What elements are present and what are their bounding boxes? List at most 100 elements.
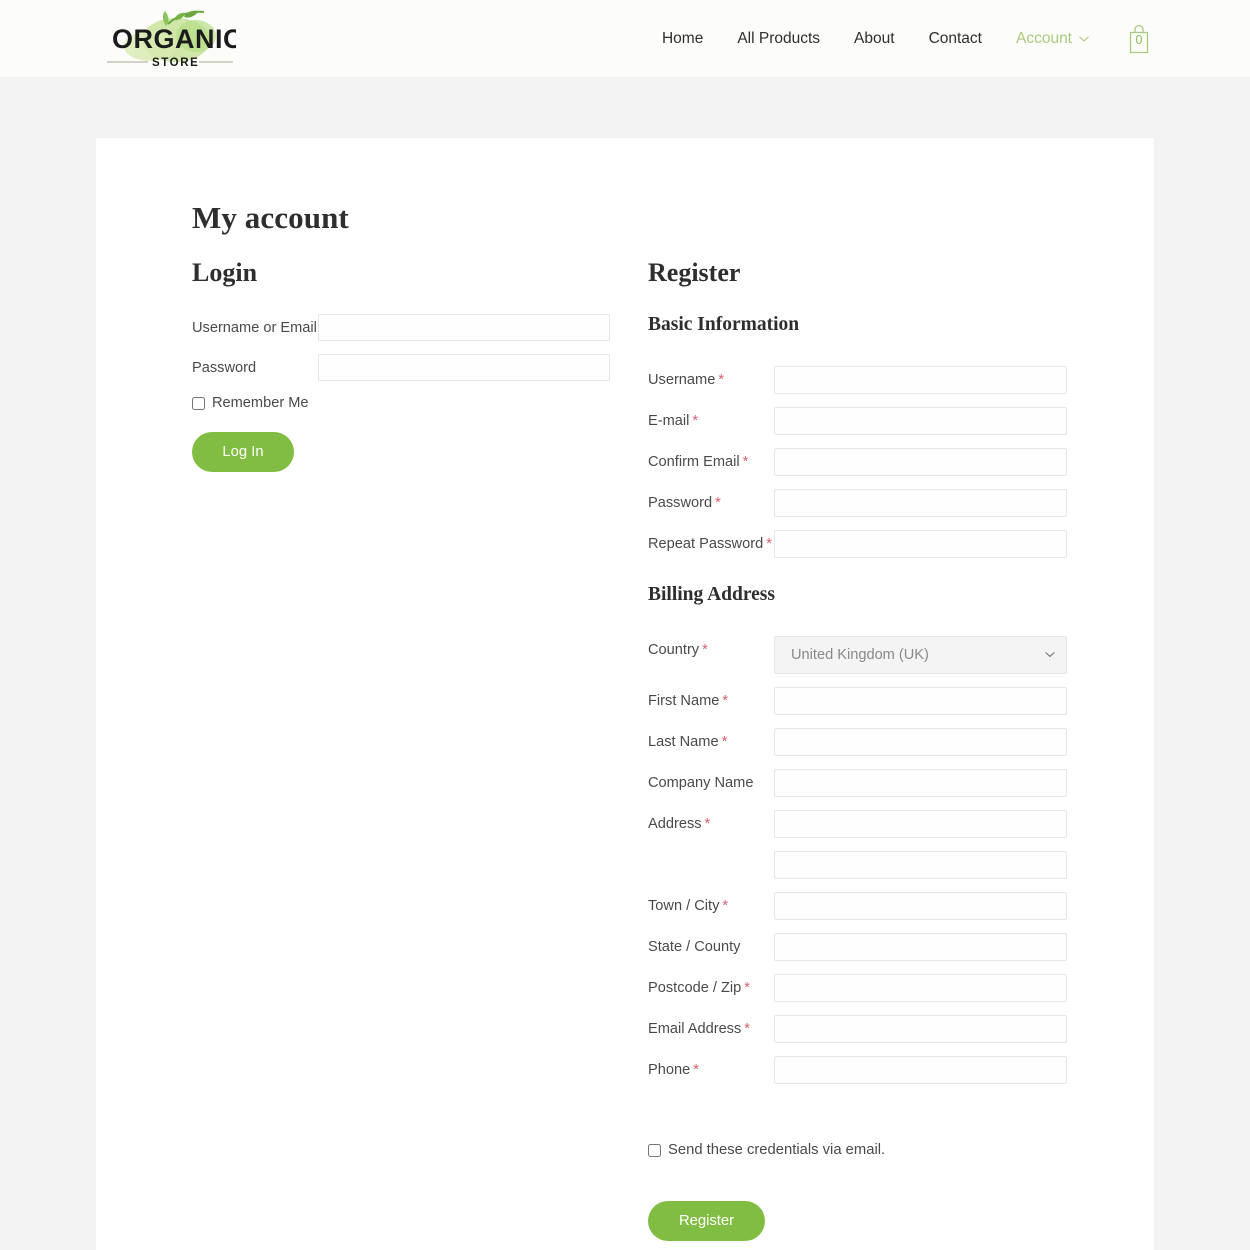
billing-phone-input[interactable] bbox=[774, 1056, 1067, 1084]
login-heading: Login bbox=[192, 258, 258, 287]
send-credentials-label: Send these credentials via email. bbox=[668, 1142, 886, 1158]
login-submit-button[interactable]: Log In bbox=[192, 432, 294, 472]
send-credentials-row: Send these credentials via email. bbox=[648, 1142, 1067, 1158]
billing-phone-label: Phone * bbox=[648, 1062, 699, 1078]
page-title: My account bbox=[192, 200, 349, 235]
login-username-input[interactable] bbox=[318, 314, 610, 341]
billing-address-line2-input[interactable] bbox=[774, 851, 1067, 879]
page-top-strip bbox=[0, 77, 1250, 138]
billing-address-row: Address * bbox=[648, 810, 1067, 838]
cart-button[interactable]: 0 bbox=[1124, 22, 1154, 56]
cart-count: 0 bbox=[1135, 32, 1143, 47]
site-header: ORGANIC STORE Home All Products About Co… bbox=[0, 0, 1250, 77]
billing-address-heading: Billing Address bbox=[648, 584, 775, 605]
register-username-row: Username * bbox=[648, 366, 1067, 394]
nav-item-about[interactable]: About bbox=[837, 0, 912, 77]
nav-item-all-products[interactable]: All Products bbox=[720, 0, 837, 77]
remember-me-label: Remember Me bbox=[212, 395, 309, 411]
billing-email-address-label: Email Address * bbox=[648, 1021, 750, 1037]
billing-first-name-label: First Name * bbox=[648, 693, 729, 709]
register-confirm-email-label: Confirm Email * bbox=[648, 454, 749, 470]
billing-postcode-label: Postcode / Zip * bbox=[648, 980, 750, 996]
login-username-row: Username or Email bbox=[192, 314, 610, 341]
register-username-input[interactable] bbox=[774, 366, 1067, 394]
register-submit-button[interactable]: Register bbox=[648, 1201, 765, 1241]
account-content-card: My account Login Username or Email Passw… bbox=[96, 138, 1154, 1250]
required-marker: * bbox=[704, 816, 711, 832]
billing-address-fields: Country * United Kingdom (UK) First Name * bbox=[648, 636, 1067, 1084]
register-repeat-password-input[interactable] bbox=[774, 530, 1067, 558]
required-marker: * bbox=[722, 898, 729, 914]
billing-last-name-input[interactable] bbox=[774, 728, 1067, 756]
register-confirm-email-row: Confirm Email * bbox=[648, 448, 1067, 476]
billing-postcode-input[interactable] bbox=[774, 974, 1067, 1002]
register-heading: Register bbox=[648, 258, 741, 287]
billing-address-line1-input[interactable] bbox=[774, 810, 1067, 838]
remember-me-row: Remember Me bbox=[192, 395, 610, 411]
nav-item-contact[interactable]: Contact bbox=[912, 0, 999, 77]
main-navigation: Home All Products About Contact Account … bbox=[645, 0, 1154, 77]
basic-information-fields: Username * E-mail * Confirm Email * Passwor… bbox=[648, 366, 1067, 558]
billing-address-label: Address * bbox=[648, 816, 711, 832]
billing-last-name-label: Last Name * bbox=[648, 734, 728, 750]
billing-last-name-row: Last Name * bbox=[648, 728, 1067, 756]
required-marker: * bbox=[722, 693, 729, 709]
site-logo[interactable]: ORGANIC STORE bbox=[104, 6, 236, 72]
register-username-label: Username * bbox=[648, 372, 725, 388]
chevron-down-icon bbox=[1079, 36, 1089, 42]
billing-company-name-row: Company Name bbox=[648, 769, 1067, 797]
register-email-label: E-mail * bbox=[648, 413, 699, 429]
billing-country-label: Country * bbox=[648, 642, 708, 658]
remember-me-checkbox[interactable] bbox=[192, 396, 205, 410]
required-marker: * bbox=[744, 1021, 750, 1037]
login-panel: Login Username or Email Password Remembe… bbox=[192, 258, 610, 1241]
send-credentials-checkbox[interactable] bbox=[648, 1143, 661, 1157]
svg-text:STORE: STORE bbox=[152, 57, 199, 69]
required-marker: * bbox=[692, 413, 699, 429]
billing-company-name-label: Company Name bbox=[648, 775, 754, 791]
required-marker: * bbox=[702, 642, 708, 658]
billing-company-name-input[interactable] bbox=[774, 769, 1067, 797]
required-marker: * bbox=[744, 980, 750, 996]
billing-first-name-input[interactable] bbox=[774, 687, 1067, 715]
nav-item-account[interactable]: Account bbox=[999, 30, 1106, 48]
required-marker: * bbox=[766, 536, 772, 552]
login-password-input[interactable] bbox=[318, 354, 610, 381]
billing-country-select[interactable]: United Kingdom (UK) bbox=[774, 636, 1067, 674]
billing-email-address-input[interactable] bbox=[774, 1015, 1067, 1043]
svg-text:ORGANIC: ORGANIC bbox=[112, 24, 236, 54]
billing-town-city-row: Town / City * bbox=[648, 892, 1067, 920]
billing-state-county-label: State / County bbox=[648, 939, 741, 955]
register-password-row: Password * bbox=[648, 489, 1067, 517]
login-password-label: Password bbox=[192, 360, 257, 376]
login-username-label: Username or Email bbox=[192, 320, 317, 336]
billing-state-county-row: State / County bbox=[648, 933, 1067, 961]
login-password-row: Password bbox=[192, 354, 610, 381]
register-email-row: E-mail * bbox=[648, 407, 1067, 435]
register-email-input[interactable] bbox=[774, 407, 1067, 435]
billing-postcode-row: Postcode / Zip * bbox=[648, 974, 1067, 1002]
register-confirm-email-input[interactable] bbox=[774, 448, 1067, 476]
required-marker: * bbox=[742, 454, 749, 470]
billing-address-line2-row bbox=[648, 851, 1067, 879]
billing-town-city-label: Town / City * bbox=[648, 898, 729, 914]
billing-phone-row: Phone * bbox=[648, 1056, 1067, 1084]
nav-item-account-label: Account bbox=[1015, 29, 1072, 47]
required-marker: * bbox=[721, 734, 728, 750]
required-marker: * bbox=[693, 1062, 699, 1078]
billing-first-name-row: First Name * bbox=[648, 687, 1067, 715]
register-panel: Register Basic Information Username * E-m… bbox=[648, 258, 1067, 1241]
billing-town-city-input[interactable] bbox=[774, 892, 1067, 920]
organic-store-logo-icon: ORGANIC STORE bbox=[107, 10, 236, 69]
billing-state-county-input[interactable] bbox=[774, 933, 1067, 961]
register-password-input[interactable] bbox=[774, 489, 1067, 517]
register-repeat-password-label: Repeat Password * bbox=[648, 536, 772, 552]
billing-country-row: Country * United Kingdom (UK) bbox=[648, 636, 1067, 674]
account-columns: Login Username or Email Password Remembe… bbox=[192, 258, 1067, 1241]
basic-information-heading: Basic Information bbox=[648, 314, 800, 335]
register-repeat-password-row: Repeat Password * bbox=[648, 530, 1067, 558]
register-password-label: Password * bbox=[648, 495, 721, 511]
required-marker: * bbox=[715, 495, 721, 511]
nav-item-home[interactable]: Home bbox=[645, 0, 720, 77]
billing-email-address-row: Email Address * bbox=[648, 1015, 1067, 1043]
